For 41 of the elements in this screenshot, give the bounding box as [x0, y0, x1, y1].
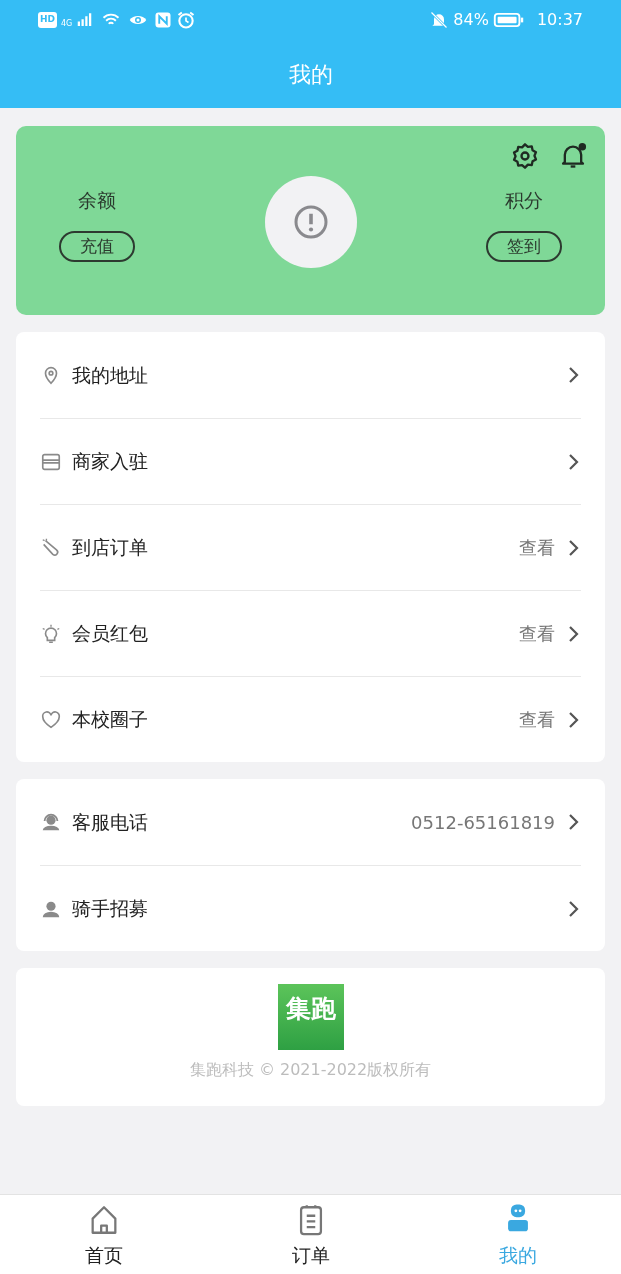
muted-bell-icon	[429, 10, 450, 30]
menu-detail: 查看	[519, 708, 555, 732]
clock-time: 10:37	[536, 9, 583, 31]
points-label: 积分	[505, 188, 543, 213]
recharge-button[interactable]: 充值	[59, 230, 135, 262]
nfc-icon	[154, 11, 173, 29]
menu-detail: 0512-65161819	[411, 810, 555, 835]
lightbulb-icon	[40, 622, 62, 645]
bell-icon[interactable]	[559, 142, 587, 170]
menu-label: 我的地址	[72, 362, 148, 388]
menu-item[interactable]: 会员红包 查看	[40, 590, 581, 676]
menu-label: 本校圈子	[72, 707, 148, 733]
hd-badge: HD	[38, 12, 57, 28]
menu-label: 商家入驻	[72, 449, 148, 475]
page-title: 我的	[288, 60, 333, 89]
menu-label: 骑手招募	[72, 896, 148, 922]
warning-icon	[292, 204, 329, 240]
tab-item[interactable]: 订单	[207, 1195, 414, 1274]
menu-item[interactable]: 商家入驻	[40, 418, 581, 504]
check-in-button[interactable]: 签到	[486, 230, 562, 262]
menu-item[interactable]: 到店订单 查看	[40, 504, 581, 590]
menu-label: 客服电话	[72, 809, 148, 835]
app-logo: 集跑	[277, 984, 344, 1050]
menu-label: 会员红包	[72, 621, 148, 647]
copyright-text: 集跑科技 © 2021-2022版权所有	[189, 1059, 432, 1081]
battery-icon	[492, 11, 525, 29]
menu-item[interactable]: 本校圈子 查看	[40, 676, 581, 762]
balance-label: 余额	[78, 188, 116, 213]
menu-label: 到店订单	[72, 535, 148, 561]
settings-icon[interactable]	[511, 142, 539, 170]
tab-item[interactable]: 首页	[0, 1195, 207, 1274]
menu-detail: 查看	[519, 536, 555, 560]
headset-person-icon	[40, 811, 62, 833]
network-label: 4G	[61, 18, 73, 30]
alarm-icon	[176, 10, 197, 30]
menu-item[interactable]: 骑手招募	[40, 865, 581, 951]
battery-percent: 84%	[453, 9, 489, 31]
menu-item[interactable]: 客服电话 0512-65161819	[40, 779, 581, 865]
menu-detail: 查看	[519, 622, 555, 646]
menu-item[interactable]: 我的地址	[40, 332, 581, 418]
heart-icon	[40, 708, 62, 731]
